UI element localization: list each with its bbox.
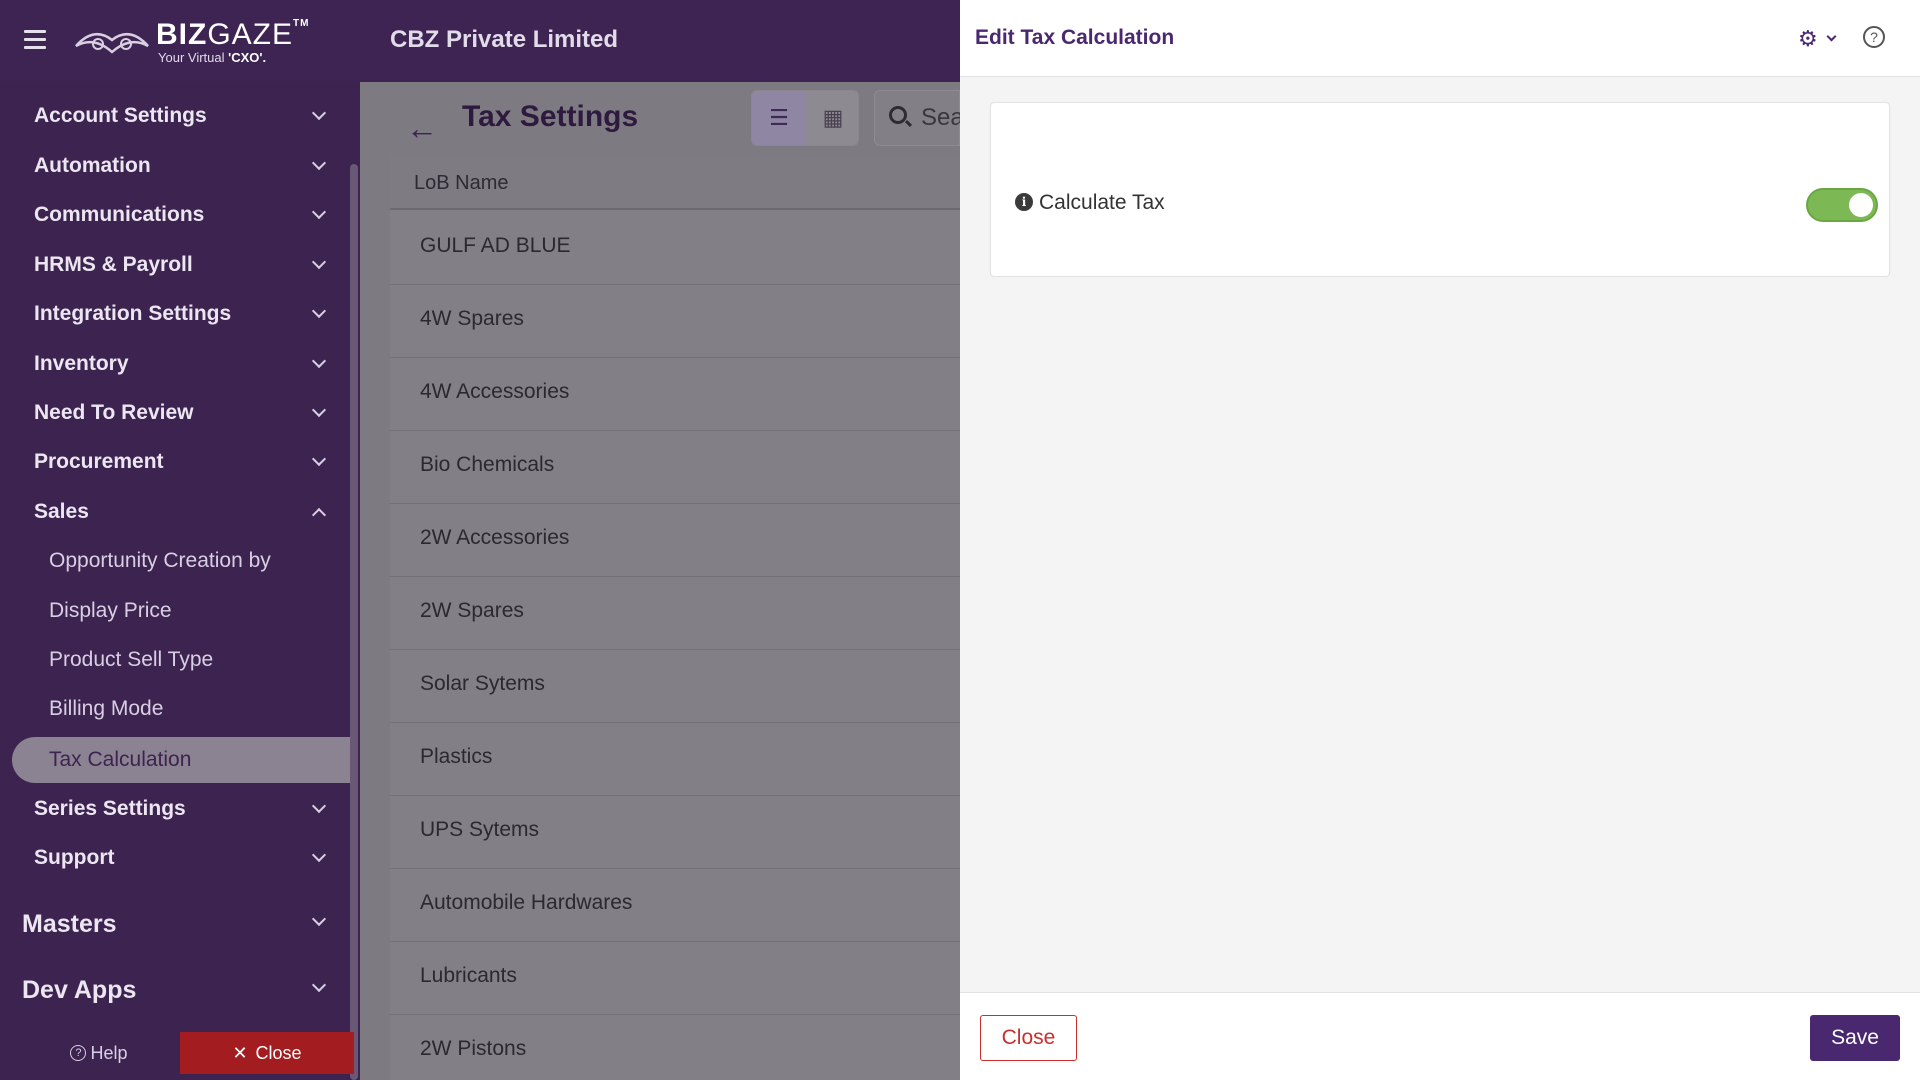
search-icon	[889, 106, 907, 124]
sidebar-item-integration-settings[interactable]: Integration Settings	[34, 294, 334, 334]
table-header: LoB Name	[390, 154, 960, 210]
table-row[interactable]: 2W Spares	[390, 577, 960, 650]
sidebar-item-account-settings[interactable]: Account Settings	[34, 96, 334, 136]
panel-title: Edit Tax Calculation	[975, 26, 1175, 49]
search-placeholder: Sea	[921, 104, 964, 131]
sidebar-close-button[interactable]: ✕ Close	[180, 1032, 354, 1074]
chevron-down-icon	[311, 451, 327, 467]
help-icon[interactable]: ?	[1863, 26, 1885, 48]
logo-wordmark: BIZGAZETM	[156, 18, 310, 51]
sidebar-item-hrms-payroll[interactable]: HRMS & Payroll	[34, 245, 334, 285]
chevron-down-icon	[311, 155, 327, 171]
chevron-down-icon	[311, 254, 327, 270]
table-row[interactable]: 4W Accessories	[390, 358, 960, 431]
sidebar-subitem-billing-mode[interactable]: Billing Mode	[49, 689, 339, 729]
chevron-down-icon[interactable]	[1826, 31, 1837, 42]
page-title: Tax Settings	[462, 100, 639, 133]
bizgaze-logo[interactable]: BIZGAZETM Your Virtual 'CXO'.	[74, 18, 308, 66]
chevron-up-icon	[311, 507, 327, 523]
sidebar-subitem-tax-calculation[interactable]: Tax Calculation	[12, 737, 352, 783]
table-row[interactable]: GULF AD BLUE	[390, 212, 960, 285]
table-row[interactable]: 2W Pistons	[390, 1015, 960, 1080]
table-row[interactable]: 4W Spares	[390, 285, 960, 358]
toggle-knob	[1849, 193, 1873, 217]
chevron-down-icon	[311, 977, 327, 993]
edit-panel: Edit Tax Calculation ⚙ ? i Calculate Tax…	[960, 0, 1920, 1080]
owl-logo-icon	[75, 33, 149, 54]
grid-view-icon[interactable]: ▦	[806, 91, 860, 145]
back-arrow-icon[interactable]: ←	[406, 110, 438, 147]
sidebar-scrollbar[interactable]	[350, 164, 358, 1080]
list-view-icon[interactable]: ☰	[752, 91, 806, 145]
tax-settings-card: i Calculate Tax	[990, 102, 1890, 277]
close-button[interactable]: Close	[980, 1015, 1077, 1061]
chevron-down-icon	[311, 353, 327, 369]
sidebar-footer: ? Help ✕ Close	[0, 1032, 354, 1080]
table-row[interactable]: 2W Accessories	[390, 504, 960, 577]
chevron-down-icon	[311, 402, 327, 418]
main-content: ← Tax Settings ☰ ▦ Sea LoB Name GULF AD …	[360, 82, 964, 1080]
chevron-down-icon	[311, 911, 327, 927]
table-row[interactable]: Plastics	[390, 723, 960, 796]
logo-tagline: Your Virtual 'CXO'.	[158, 50, 267, 65]
table-row[interactable]: Lubricants	[390, 942, 960, 1015]
panel-footer: Close Save	[960, 992, 1920, 1080]
sidebar-item-inventory[interactable]: Inventory	[34, 344, 334, 384]
save-button[interactable]: Save	[1810, 1015, 1900, 1061]
calculate-tax-label: Calculate Tax	[1039, 191, 1165, 214]
sidebar-item-series-settings[interactable]: Series Settings	[34, 789, 334, 829]
sidebar-item-masters[interactable]: Masters	[22, 902, 334, 946]
sidebar-subitem-display-price[interactable]: Display Price	[49, 591, 339, 631]
table-row[interactable]: Bio Chemicals	[390, 431, 960, 504]
chevron-down-icon	[311, 798, 327, 814]
sidebar-item-automation[interactable]: Automation	[34, 146, 334, 186]
top-bar: BIZGAZETM Your Virtual 'CXO'. CBZ Privat…	[0, 0, 960, 82]
table-row[interactable]: UPS Sytems	[390, 796, 960, 869]
sidebar-subitem-opportunity-creation[interactable]: Opportunity Creation by	[49, 541, 339, 581]
view-toggle: ☰ ▦	[751, 90, 859, 146]
company-name: CBZ Private Limited	[390, 26, 619, 53]
sidebar: Account Settings Automation Communicatio…	[0, 82, 352, 1080]
gear-icon[interactable]: ⚙	[1798, 26, 1818, 52]
info-icon[interactable]: i	[1015, 193, 1033, 211]
chevron-down-icon	[311, 105, 327, 121]
close-icon: ✕	[232, 1042, 248, 1063]
search-input[interactable]: Sea	[874, 90, 964, 146]
sidebar-item-support[interactable]: Support	[34, 838, 334, 878]
table-row[interactable]: Automobile Hardwares	[390, 869, 960, 942]
sidebar-item-dev-apps[interactable]: Dev Apps	[22, 968, 334, 1012]
sidebar-item-procurement[interactable]: Procurement	[34, 442, 334, 482]
chevron-down-icon	[311, 847, 327, 863]
panel-header: Edit Tax Calculation ⚙ ?	[960, 0, 1920, 77]
sidebar-item-communications[interactable]: Communications	[34, 195, 334, 235]
hamburger-menu-icon[interactable]	[24, 30, 46, 49]
calculate-tax-toggle[interactable]	[1806, 188, 1878, 222]
chevron-down-icon	[311, 303, 327, 319]
table-row[interactable]: Solar Sytems	[390, 650, 960, 723]
sidebar-item-sales[interactable]: Sales	[34, 492, 334, 532]
question-icon: ?	[70, 1045, 87, 1061]
help-button[interactable]: ? Help	[24, 1032, 174, 1074]
lob-table: LoB Name GULF AD BLUE 4W Spares 4W Acces…	[390, 154, 960, 1080]
chevron-down-icon	[311, 204, 327, 220]
sidebar-item-need-to-review[interactable]: Need To Review	[34, 393, 334, 433]
sidebar-subitem-product-sell-type[interactable]: Product Sell Type	[49, 640, 339, 680]
